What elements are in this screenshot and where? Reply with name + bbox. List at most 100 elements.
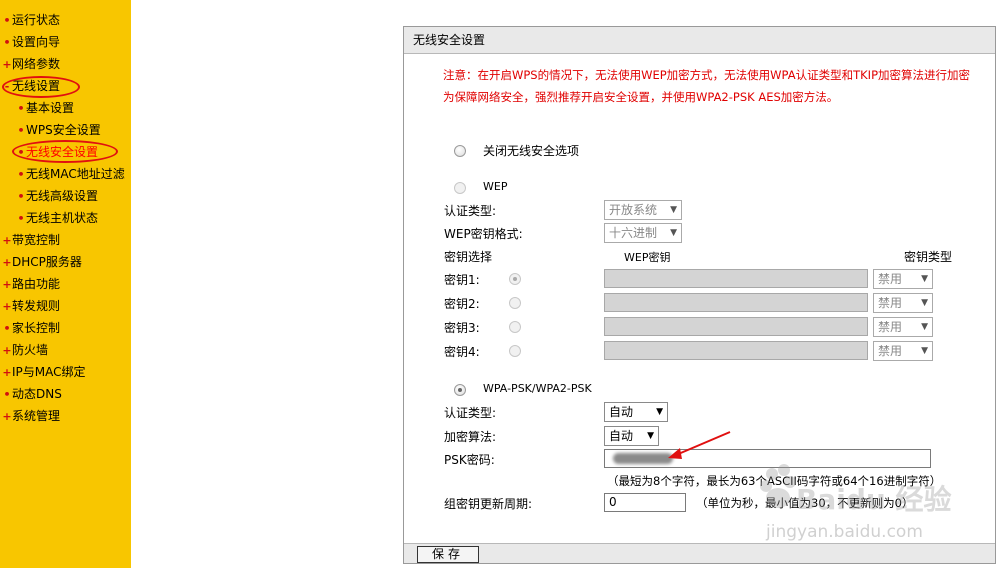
key1-radio[interactable] [509,273,521,285]
sidebar-item-label: 运行状态 [12,13,61,27]
sidebar-item-label: 系统管理 [12,409,61,423]
sidebar-item-forwarding[interactable]: +转发规则 [2,296,60,316]
key-type-header: 密钥类型 [904,250,953,264]
wireless-security-panel: 无线安全设置 注意：在开启WPS的情况下，无法使用WEP加密方式，无法使用WPA… [403,26,996,564]
sidebar-item-label: 防火墙 [12,343,49,357]
key4-label: 密钥4: [444,345,480,359]
sidebar-item-label: 无线主机状态 [26,211,99,225]
sidebar-item-network[interactable]: +网络参数 [2,54,60,74]
disable-security-label: 关闭无线安全选项 [483,144,580,158]
disable-security-radio[interactable] [454,145,466,157]
wep-auth-select[interactable]: 开放系统 ▼ [604,200,682,220]
key2-input[interactable] [604,293,868,312]
wep-format-value: 十六进制 [609,226,658,240]
key1-input[interactable] [604,269,868,288]
panel-title: 无线安全设置 [404,27,995,54]
notice-text-line1: 注意：在开启WPS的情况下，无法使用WEP加密方式，无法使用WPA认证类型和TK… [443,68,971,82]
group-key-period-input[interactable]: 0 [604,493,686,512]
key-select-header: 密钥选择 [444,250,493,264]
key1-type-value: 禁用 [878,272,903,286]
wpa-auth-label: 认证类型: [444,406,497,420]
sidebar-item-label: 家长控制 [12,321,61,335]
save-bar: 保存 [404,543,995,563]
sidebar-item-label: 基本设置 [26,101,75,115]
key3-label: 密钥3: [444,321,480,335]
wpa-algo-label: 加密算法: [444,430,497,444]
wpa-psk-label: WPA-PSK/WPA2-PSK [483,382,592,395]
sidebar-item-wps[interactable]: •WPS安全设置 [16,120,101,140]
sidebar-item-dhcp[interactable]: +DHCP服务器 [2,252,82,272]
save-button[interactable]: 保存 [417,546,479,563]
sidebar-item-status[interactable]: •运行状态 [2,10,60,30]
key1-type-select[interactable]: 禁用 ▼ [873,269,933,289]
wpa-psk-radio[interactable] [454,384,466,396]
wep-format-label: WEP密钥格式: [444,227,523,241]
dropdown-arrow-icon: ▼ [921,298,928,308]
key3-type-value: 禁用 [878,320,903,334]
psk-hint: （最短为8个字符，最长为63个ASCII码字符或64个16进制字符） [607,474,942,488]
sidebar-item-label: 无线高级设置 [26,189,99,203]
sidebar-item-bandwidth[interactable]: +带宽控制 [2,230,60,250]
dropdown-arrow-icon: ▼ [647,431,654,441]
key3-type-select[interactable]: 禁用 ▼ [873,317,933,337]
sidebar-item-label: IP与MAC绑定 [12,365,86,379]
dropdown-arrow-icon: ▼ [921,346,928,356]
wep-key-header: WEP密钥 [624,251,671,264]
psk-password-input[interactable] [604,449,931,468]
sidebar-item-firewall[interactable]: +防火墙 [2,340,48,360]
sidebar-item-wireless-hosts[interactable]: •无线主机状态 [16,208,98,228]
key3-input[interactable] [604,317,868,336]
wep-label: WEP [483,180,508,193]
sidebar-item-wireless-basic[interactable]: •基本设置 [16,98,74,118]
wpa-auth-select[interactable]: 自动 ▼ [604,402,668,422]
key1-label: 密钥1: [444,273,480,287]
key3-radio[interactable] [509,321,521,333]
key2-type-value: 禁用 [878,296,903,310]
sidebar-item-ddns[interactable]: •动态DNS [2,384,62,404]
sidebar-item-ip-mac-binding[interactable]: +IP与MAC绑定 [2,362,86,382]
wpa-algo-select[interactable]: 自动 ▼ [604,426,659,446]
sidebar-item-wireless-advanced[interactable]: •无线高级设置 [16,186,98,206]
sidebar-item-label: 网络参数 [12,57,61,71]
wpa-auth-value: 自动 [609,405,634,419]
sidebar-item-label: 转发规则 [12,299,61,313]
key4-radio[interactable] [509,345,521,357]
key2-type-select[interactable]: 禁用 ▼ [873,293,933,313]
sidebar-item-wireless[interactable]: - 无线设置 [2,76,60,96]
sidebar-menu: •运行状态 •设置向导 +网络参数 - 无线设置 •基本设置 •WPS安全设置 •… [0,0,131,568]
sidebar-item-wireless-security[interactable]: •无线安全设置 [16,142,98,162]
wep-radio[interactable] [454,182,466,194]
sidebar-item-label: WPS安全设置 [26,123,101,137]
sidebar-item-label: 带宽控制 [12,233,61,247]
sidebar-item-parental[interactable]: •家长控制 [2,318,60,338]
dropdown-arrow-icon: ▼ [670,228,677,238]
sidebar-item-label: 动态DNS [12,387,62,401]
key4-type-value: 禁用 [878,344,903,358]
sidebar-item-label: 设置向导 [12,35,61,49]
psk-label: PSK密码: [444,453,495,467]
wpa-algo-value: 自动 [609,429,634,443]
wep-auth-label: 认证类型: [444,204,497,218]
key4-input[interactable] [604,341,868,360]
sidebar-item-routing[interactable]: +路由功能 [2,274,60,294]
key4-type-select[interactable]: 禁用 ▼ [873,341,933,361]
dropdown-arrow-icon: ▼ [921,274,928,284]
sidebar-item-label: 无线设置 [12,79,61,93]
sidebar-item-label: 无线MAC地址过滤 [26,167,125,181]
sidebar-item-mac-filter[interactable]: •无线MAC地址过滤 [16,164,125,184]
dropdown-arrow-icon: ▼ [921,322,928,332]
sidebar-item-system[interactable]: +系统管理 [2,406,60,426]
sidebar-item-label: 路由功能 [12,277,61,291]
group-key-hint: （单位为秒，最小值为30，不更新则为0） [696,496,914,510]
dropdown-arrow-icon: ▼ [670,205,677,215]
annotation-arrow-icon [668,431,731,459]
notice-text-line2: 为保障网络安全，强烈推荐开启安全设置，并使用WPA2-PSK AES加密方法。 [443,90,839,104]
key2-label: 密钥2: [444,297,480,311]
key2-radio[interactable] [509,297,521,309]
wep-format-select[interactable]: 十六进制 ▼ [604,223,682,243]
group-key-period-value: 0 [609,495,617,509]
sidebar-item-setup-wizard[interactable]: •设置向导 [2,32,60,52]
dropdown-arrow-icon: ▼ [656,407,663,417]
wep-auth-value: 开放系统 [609,203,658,217]
group-key-label: 组密钥更新周期: [444,497,533,511]
